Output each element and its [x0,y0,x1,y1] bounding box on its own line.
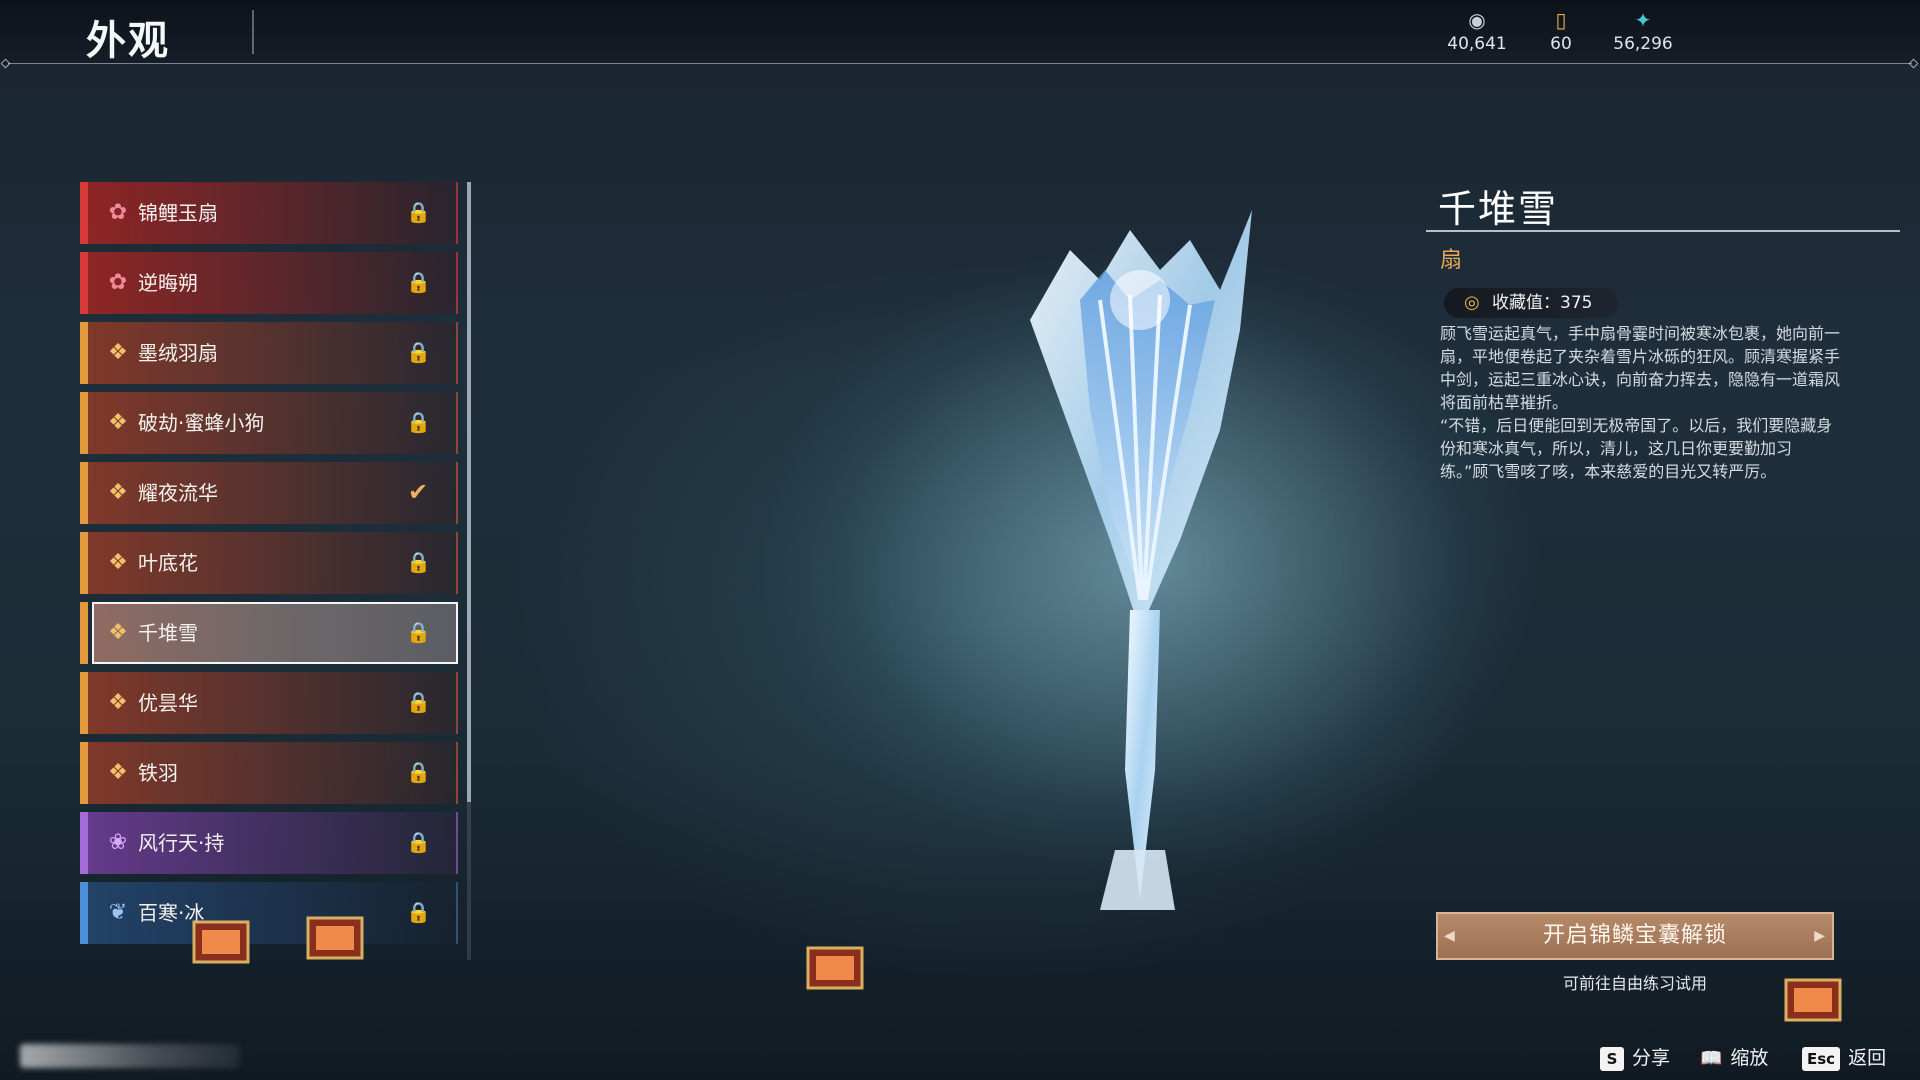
list-item[interactable]: ❦ 百寒·冰 🔒 [80,882,458,944]
zoom-label: 缩放 [1730,1047,1769,1069]
collection-badge: ◎ 收藏值：375 [1444,288,1619,318]
item-name: 墨绒羽扇 [138,341,218,365]
rarity-bar [80,392,88,454]
item-description: 顾飞雪运起真气，手中扇骨霎时间被寒冰包裹，她向前一扇，平地便卷起了夹杂着雪片冰砾… [1440,322,1840,483]
check-icon: ✔ [407,478,429,506]
lantern-decoration [306,916,364,960]
item-title: 千堆雪 [1438,187,1559,231]
lock-icon: 🔒 [406,200,431,224]
header-divider [8,63,1912,64]
item-name: 破劫·蜜蜂小狗 [138,411,265,435]
arrow-right-icon: ▶ [1814,928,1826,944]
coin-pouch-icon: ◉ [1468,8,1486,32]
currency-value: 56,296 [1613,34,1673,54]
description-paragraph: “不错，后日便能回到无极帝国了。以后，我们要隐藏身份和寒冰真气，所以，清儿，这几… [1440,416,1833,481]
back-hint[interactable]: Esc 返回 [1802,1044,1886,1072]
list-item[interactable]: ❖ 耀夜流华 ✔ [80,462,458,524]
rarity-bar [80,462,88,524]
lock-icon: 🔒 [406,550,431,574]
item-name: 耀夜流华 [138,481,218,505]
back-label: 返回 [1848,1047,1887,1069]
lock-icon: 🔒 [406,900,431,924]
item-type: 扇 [1440,248,1463,273]
rarity-bar [80,672,88,734]
title-separator [252,10,254,54]
lock-icon: 🔒 [406,830,431,854]
item-name: 叶底花 [138,551,198,575]
share-label: 分享 [1632,1047,1671,1069]
lantern-decoration [192,920,250,964]
leaf-rarity-icon: ❦ [108,900,128,925]
fan-preview[interactable] [990,210,1290,910]
flower-rarity-icon: ✿ [108,200,128,225]
unlock-button-label: 开启锦鳞宝囊解锁 [1542,923,1727,948]
fan-body [1030,210,1252,910]
description-paragraph: 顾飞雪运起真气，手中扇骨霎时间被寒冰包裹，她向前一扇，平地便卷起了夹杂着雪片冰砾… [1440,324,1841,412]
rarity-bar [80,812,88,874]
list-item[interactable]: ❖ 铁羽 🔒 [80,742,458,804]
item-name: 风行天·持 [138,831,225,855]
currency-value: 60 [1550,34,1572,54]
item-name: 逆晦朔 [138,271,198,295]
share-key: S [1600,1046,1624,1071]
lock-icon: 🔒 [406,760,431,784]
list-item-selected[interactable]: ❖ 千堆雪 🔒 [80,602,458,664]
share-hint[interactable]: S 分享 [1600,1044,1670,1072]
butterfly-rarity-icon: ❖ [108,760,128,785]
butterfly-rarity-icon: ❖ [108,340,128,365]
collection-value: 收藏值：375 [1492,293,1593,313]
currency-feathers: ✦ 56,296 [1598,8,1688,54]
lantern-decoration [806,946,864,990]
feather-icon: ✦ [1634,8,1652,32]
lock-icon: 🔒 [406,620,431,644]
flower-rarity-icon: ✿ [108,270,128,295]
item-name: 锦鲤玉扇 [138,201,218,225]
trial-hint: 可前往自由练习试用 [1562,974,1707,993]
rarity-bar [80,532,88,594]
page-title: 外观 [86,18,170,64]
item-name: 优昙华 [138,691,198,715]
lotus-rarity-icon: ❀ [108,830,128,855]
list-item[interactable]: ❖ 墨绒羽扇 🔒 [80,322,458,384]
item-name: 千堆雪 [138,621,198,645]
scrollbar-thumb[interactable] [467,182,471,802]
list-item[interactable]: ✿ 锦鲤玉扇 🔒 [80,182,458,244]
butterfly-rarity-icon: ❖ [108,480,128,505]
rarity-bar [80,252,88,314]
skin-list[interactable]: ✿ 锦鲤玉扇 🔒 ✿ 逆晦朔 🔒 ❖ 墨绒羽扇 🔒 ❖ 破劫·蜜蜂小狗 🔒 ❖ … [80,182,460,960]
list-scrollbar[interactable] [467,182,471,960]
rarity-bar [80,182,88,244]
item-name: 铁羽 [138,761,178,785]
zoom-hint[interactable]: 📖 缩放 [1700,1044,1768,1072]
rarity-bar [80,742,88,804]
list-item[interactable]: ❖ 叶底花 🔒 [80,532,458,594]
rarity-bar [80,882,88,944]
butterfly-rarity-icon: ❖ [108,550,128,575]
list-item[interactable]: ❖ 破劫·蜜蜂小狗 🔒 [80,392,458,454]
lock-icon: 🔒 [406,340,431,364]
title-underline [1426,230,1900,232]
arrow-left-icon: ◀ [1444,928,1456,944]
lock-icon: 🔒 [406,270,431,294]
rarity-bar [80,602,88,664]
lock-icon: 🔒 [406,410,431,434]
esc-key: Esc [1802,1046,1841,1071]
currency-coins: ◉ 40,641 [1432,8,1522,54]
lock-icon: 🔒 [406,690,431,714]
list-item[interactable]: ❖ 优昙华 🔒 [80,672,458,734]
butterfly-rarity-icon: ❖ [108,690,128,715]
currency-value: 40,641 [1447,34,1507,54]
ticket-icon: ▯ [1555,8,1567,32]
book-icon: 📖 [1700,1047,1723,1069]
collection-icon: ◎ [1464,292,1480,313]
currency-tickets: ▯ 60 [1516,8,1606,54]
list-item[interactable]: ❀ 风行天·持 🔒 [80,812,458,874]
butterfly-rarity-icon: ❖ [108,410,128,435]
unlock-button[interactable]: ◀ 开启锦鳞宝囊解锁 ▶ [1436,912,1834,960]
list-item[interactable]: ✿ 逆晦朔 🔒 [80,252,458,314]
rarity-bar [80,322,88,384]
player-id-blurred [20,1044,240,1068]
butterfly-rarity-icon: ❖ [108,620,128,645]
